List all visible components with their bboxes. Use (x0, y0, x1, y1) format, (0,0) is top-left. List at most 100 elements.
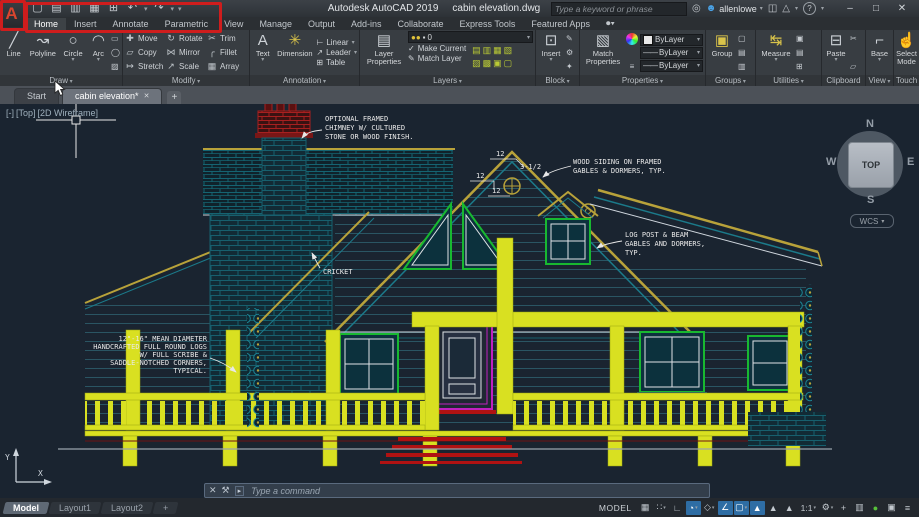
maximize-button[interactable]: □ (863, 3, 889, 14)
cut-icon[interactable]: ✂ (850, 33, 857, 44)
tab-add-ins[interactable]: Add-ins (343, 18, 390, 30)
object-snap-icon[interactable]: ▢ (734, 501, 749, 515)
customize-icon[interactable]: ≡ (900, 501, 915, 515)
help-dropdown-icon[interactable]: ▾ (821, 5, 824, 12)
search-icon[interactable]: ◎ (692, 3, 701, 14)
stretch-button[interactable]: ↦Stretch (125, 60, 166, 74)
layout-tab-layout1[interactable]: Layout1 (49, 502, 102, 514)
select-mode-button[interactable]: ☝ Select Mode (896, 31, 917, 74)
new-drawing-tab-button[interactable]: + (167, 91, 181, 104)
model-space-indicator[interactable]: MODEL (594, 503, 637, 513)
command-customize-icon[interactable]: ⚒ (222, 485, 230, 496)
object-color-select[interactable]: ByLayer▾ (640, 34, 703, 46)
account-dropdown-icon[interactable]: ▾ (760, 5, 763, 12)
file-tab-close-icon[interactable]: ✕ (144, 89, 150, 104)
layer-tools-row1[interactable]: ▤▥▦▧ (472, 44, 514, 56)
exchange-icon[interactable]: △ (782, 3, 790, 14)
lineweight-select[interactable]: —— ByLayer▾ (640, 60, 703, 72)
dimension-button[interactable]: ✳ Dimension (275, 31, 314, 74)
plot-icon[interactable]: ⊞ (106, 2, 121, 15)
polyline-button[interactable]: ↝ Polyline (27, 31, 58, 74)
panel-label-block[interactable]: Block (536, 75, 579, 86)
grid-icon[interactable]: ▦ (638, 501, 653, 515)
panel-label-clipboard[interactable]: Clipboard (822, 75, 865, 86)
close-button[interactable]: ✕ (889, 3, 915, 14)
layout-tab-layout2[interactable]: Layout2 (101, 502, 154, 514)
undo-icon[interactable]: ↶ (125, 2, 140, 15)
circle-button[interactable]: ○ Circle▾ (60, 31, 85, 74)
text-button[interactable]: A Text▾ (252, 31, 273, 74)
calculator-icon[interactable]: ⊞ (796, 61, 804, 72)
fillet-button[interactable]: ╭Fillet (207, 46, 248, 60)
table-button[interactable]: ⊞Table (316, 58, 357, 67)
new-layout-button[interactable]: + (153, 502, 179, 514)
match-layer-button[interactable]: ✎Match Layer (408, 54, 466, 63)
line-button[interactable]: ╱ Line (2, 31, 25, 74)
tab-view[interactable]: View (216, 18, 251, 30)
viewcube-south[interactable]: S (867, 194, 874, 206)
save-icon[interactable]: ▥ (68, 2, 83, 15)
block-attributes-icon[interactable]: ✦ (566, 61, 573, 72)
group-edit-icon[interactable]: ▤ (738, 47, 746, 58)
copy-clip-icon[interactable]: ▱ (850, 61, 857, 72)
signin-account[interactable]: ☻ allenlowe ▾ (706, 3, 763, 14)
viewport-style-control[interactable]: [2D Wireframe] (38, 108, 99, 118)
annotation-visibility-icon[interactable]: ▲ (750, 501, 765, 515)
array-button[interactable]: ▦Array (207, 60, 248, 74)
tab-output[interactable]: Output (300, 18, 343, 30)
rectangle-icon[interactable]: ▭ (111, 33, 120, 44)
linear-button[interactable]: ⊢Linear▾ (316, 38, 357, 47)
clean-screen-icon[interactable]: ▣ (884, 501, 899, 515)
tab-parametric[interactable]: Parametric (157, 18, 217, 30)
panel-label-utilities[interactable]: Utilities (756, 75, 821, 86)
hatch-icon[interactable]: ▨ (111, 61, 120, 72)
annotation-scale-value[interactable]: 1:1 (798, 501, 819, 515)
layer-properties-button[interactable]: ▤ Layer Properties (362, 31, 406, 74)
ungroup-icon[interactable]: ▢ (738, 33, 746, 44)
tab-annotate[interactable]: Annotate (105, 18, 157, 30)
move-button[interactable]: ✚Move (125, 32, 166, 46)
wcs-dropdown[interactable]: WCS▾ (850, 214, 894, 228)
autocad-app-menu-icon[interactable]: A (1, 1, 22, 27)
snap-icon[interactable]: ∷ (654, 501, 669, 515)
redo-icon[interactable]: ↷ (152, 2, 167, 15)
file-tab-cabin-elevation[interactable]: cabin elevation* ✕ (62, 88, 162, 104)
help-icon[interactable]: ? (803, 2, 816, 15)
tab-express-tools[interactable]: Express Tools (452, 18, 524, 30)
panel-label-layers[interactable]: Layers (360, 75, 535, 86)
panel-label-touch[interactable]: Touch (894, 75, 919, 86)
leader-button[interactable]: ↗Leader▾ (316, 48, 357, 57)
layout-tab-model[interactable]: Model (3, 502, 50, 514)
ribbon-options-icon[interactable]: ⏺▾ (598, 17, 623, 30)
polar-tracking-icon[interactable]: ◔ (686, 501, 701, 515)
ellipse-icon[interactable]: ◯ (111, 47, 120, 58)
id-point-icon[interactable]: ▣ (796, 33, 804, 44)
block-create-icon[interactable]: ⚙ (566, 47, 573, 58)
redo-dropdown-icon[interactable]: ▾ (171, 5, 175, 13)
open-file-icon[interactable]: ▤ (49, 2, 64, 15)
linetype-select[interactable]: —— ByLayer▾ (640, 47, 703, 59)
isodraft-icon[interactable]: ◇ (702, 501, 717, 515)
block-edit-icon[interactable]: ✎ (566, 33, 573, 44)
group-selection-icon[interactable]: ▥ (738, 61, 746, 72)
group-button[interactable]: ▣ Group (708, 31, 736, 74)
app-store-icon[interactable]: ◫ (768, 3, 777, 14)
viewcube-east[interactable]: E (907, 156, 914, 168)
graphics-performance-icon[interactable]: ● (868, 501, 883, 515)
viewcube-north[interactable]: N (866, 118, 874, 130)
object-snap-tracking-icon[interactable]: ∠ (718, 501, 733, 515)
trim-button[interactable]: ✂Trim (207, 32, 248, 46)
command-input[interactable] (249, 485, 705, 497)
insert-button[interactable]: ⊡ Insert▾ (538, 31, 564, 74)
layer-dropdown-icon[interactable]: ▾ (527, 34, 530, 41)
panel-label-annotation[interactable]: Annotation (250, 75, 359, 86)
viewport-menu-control[interactable]: [-] (6, 108, 14, 118)
panel-label-modify[interactable]: Modify (123, 75, 249, 86)
command-close-icon[interactable]: ✕ (209, 485, 217, 496)
autoscale-icon[interactable]: ▲ (766, 501, 781, 515)
scale-button[interactable]: ↗Scale (166, 60, 207, 74)
help-search-input[interactable] (551, 2, 687, 16)
qat-customize-icon[interactable]: ▾ (178, 5, 182, 13)
annotation-scale-icon[interactable]: ▲ (782, 501, 797, 515)
file-tab-start[interactable]: Start (14, 88, 59, 104)
